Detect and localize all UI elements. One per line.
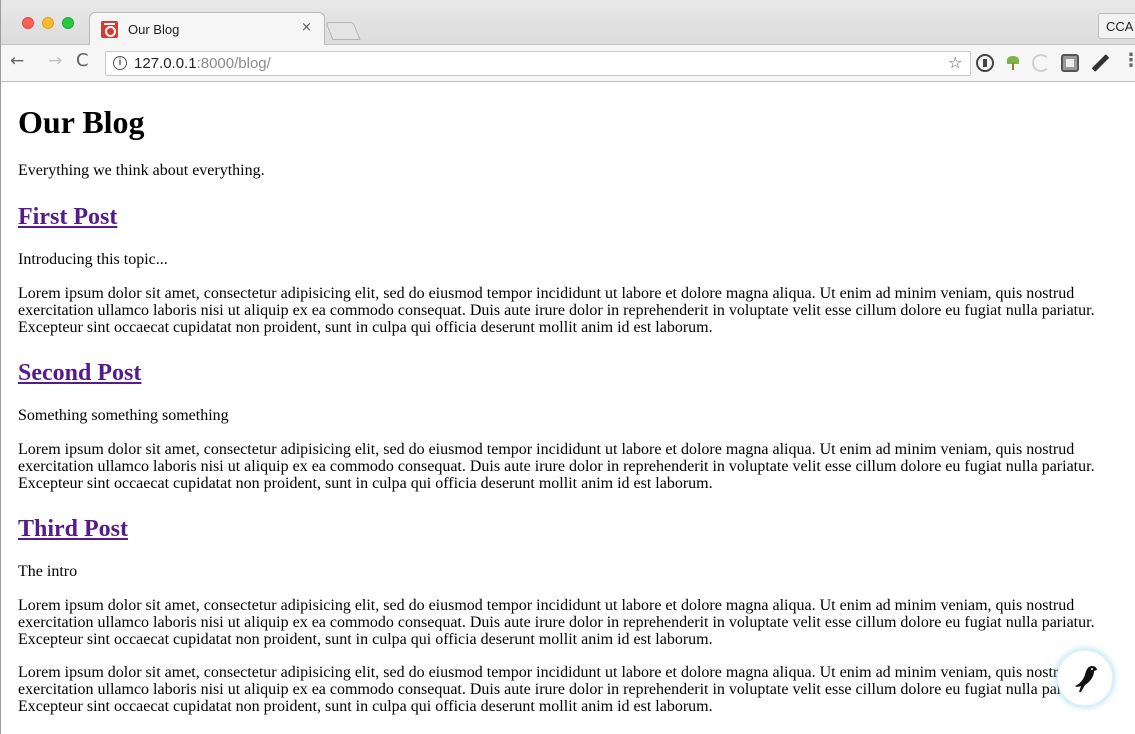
post-title: Third Post	[18, 515, 1119, 543]
browser-menu-icon[interactable]: ⋮	[1122, 50, 1135, 71]
post-intro: Something something something	[18, 407, 229, 424]
browser-toolbar: ← → C i 127.0.0.1:8000/blog/ ☆ ⋮	[1, 45, 1135, 82]
post-intro: The intro	[18, 563, 78, 580]
browser-window: Our Blog × CCA ← → C i 127.0.0.1:8000/bl…	[0, 0, 1135, 734]
site-favicon-icon	[101, 21, 118, 38]
post-first: First Post Introducing this topic... Lor…	[18, 203, 1119, 336]
leaf-extension-icon[interactable]	[1004, 54, 1022, 72]
window-minimize-icon[interactable]	[42, 17, 54, 29]
reload-icon[interactable]: C	[76, 50, 89, 71]
page-content: Our Blog Everything we think about every…	[1, 83, 1135, 734]
new-tab-button[interactable]	[325, 22, 361, 40]
post-intro: Introducing this topic...	[18, 251, 168, 268]
tab-our-blog[interactable]: Our Blog ×	[89, 12, 325, 46]
post-body: Lorem ipsum dolor sit amet, consectetur …	[18, 441, 1095, 492]
swirl-extension-icon[interactable]	[1032, 54, 1050, 72]
forward-arrow-icon[interactable]: →	[48, 51, 62, 71]
post-body: Lorem ipsum dolor sit amet, consectetur …	[18, 664, 1095, 715]
blog-tagline: Everything we think about everything.	[18, 162, 265, 179]
post-second: Second Post Something something somethin…	[18, 359, 1119, 492]
post-title: Second Post	[18, 359, 1119, 387]
profile-button[interactable]: CCA	[1098, 13, 1135, 39]
square-extension-icon[interactable]	[1061, 54, 1079, 72]
site-info-icon[interactable]: i	[113, 56, 127, 70]
post-link-second[interactable]: Second Post	[18, 360, 141, 386]
bookmark-star-icon[interactable]: ☆	[948, 53, 962, 72]
url-host: 127.0.0.1	[134, 55, 197, 72]
post-link-third[interactable]: Third Post	[18, 516, 128, 542]
pencil-extension-icon[interactable]	[1090, 54, 1108, 72]
post-body: Lorem ipsum dolor sit amet, consectetur …	[18, 285, 1095, 336]
bird-icon	[1075, 666, 1097, 692]
page-title: Our Blog	[18, 104, 145, 140]
url-text[interactable]: 127.0.0.1:8000/blog/	[134, 55, 271, 72]
post-title: First Post	[18, 203, 1119, 231]
post-link-first[interactable]: First Post	[18, 204, 117, 230]
back-arrow-icon[interactable]: ←	[10, 51, 24, 71]
post-body: Lorem ipsum dolor sit amet, consectetur …	[18, 597, 1095, 648]
window-close-icon[interactable]	[22, 17, 34, 29]
url-path: :8000/blog/	[196, 55, 271, 72]
window-maximize-icon[interactable]	[62, 17, 74, 29]
post-third: Third Post The intro Lorem ipsum dolor s…	[18, 515, 1119, 715]
tab-title: Our Blog	[128, 22, 180, 37]
tab-close-icon[interactable]: ×	[301, 20, 312, 35]
onepassword-icon[interactable]	[976, 54, 994, 72]
address-bar[interactable]: i 127.0.0.1:8000/blog/ ☆	[105, 51, 971, 76]
floating-bird-button[interactable]	[1057, 650, 1113, 706]
tab-strip: Our Blog × CCA	[1, 0, 1135, 46]
